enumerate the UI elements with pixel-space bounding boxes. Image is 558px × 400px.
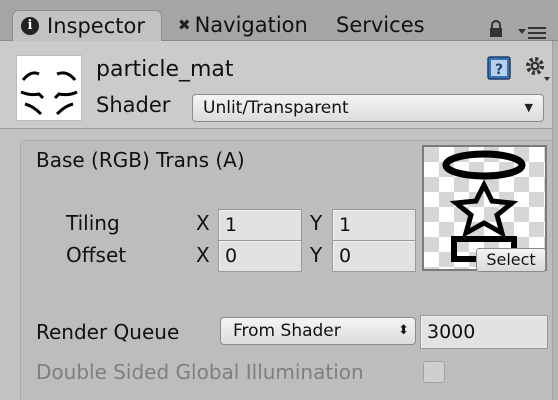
tiling-y-label: Y (310, 211, 323, 235)
render-queue-value-field[interactable]: 3000 (420, 315, 548, 349)
info-icon: i (21, 17, 39, 35)
offset-label: Offset (66, 243, 127, 267)
shader-dropdown[interactable]: Unlit/Transparent ▼ (192, 94, 544, 122)
navigation-icon: ✖ (178, 16, 191, 34)
tiling-y-field[interactable]: 1 (332, 209, 416, 241)
double-sided-gi-checkbox[interactable] (423, 361, 445, 383)
material-name: particle_mat (96, 57, 234, 82)
material-header: particle_mat Shader Unlit/Transparent ▼ … (0, 41, 558, 129)
offset-y-field[interactable]: 0 (332, 240, 416, 272)
gear-icon[interactable] (522, 53, 552, 83)
texture-select-button[interactable]: Select (476, 248, 546, 272)
shader-label: Shader (96, 93, 171, 117)
shader-dropdown-value: Unlit/Transparent (203, 98, 349, 118)
render-queue-mode-value: From Shader (233, 321, 341, 341)
tab-navigation-label: Navigation (194, 13, 308, 37)
tab-inspector[interactable]: i Inspector (12, 10, 162, 41)
tiling-x-label: X (196, 211, 210, 235)
updown-arrow-icon: ⬍ (398, 323, 409, 338)
offset-x-field[interactable]: 0 (218, 240, 302, 272)
material-preview-image (20, 71, 78, 116)
render-queue-dropdown[interactable]: From Shader ⬍ (220, 317, 416, 345)
tab-navigation[interactable]: ✖ Navigation (178, 10, 308, 41)
tab-services-label: Services (336, 13, 425, 37)
tiling-label: Tiling (66, 211, 120, 235)
tab-bar: i Inspector ✖ Navigation Services (0, 0, 558, 41)
svg-text:?: ? (495, 62, 503, 78)
dropdown-arrow-icon: ▼ (524, 101, 533, 114)
offset-y-label: Y (310, 243, 323, 267)
tab-inspector-label: Inspector (47, 13, 145, 38)
offset-x-label: X (196, 243, 210, 267)
lock-icon[interactable] (488, 20, 504, 38)
base-texture-label: Base (RGB) Trans (A) (36, 148, 245, 172)
menu-icon[interactable] (518, 26, 548, 40)
tab-services[interactable]: Services (336, 10, 425, 41)
book-icon[interactable]: ? (486, 55, 512, 81)
double-sided-gi-label: Double Sided Global Illumination (36, 360, 364, 384)
tiling-x-field[interactable]: 1 (218, 209, 302, 241)
render-queue-label: Render Queue (36, 320, 180, 344)
material-preview (16, 55, 82, 121)
scrollbar[interactable] (552, 41, 558, 400)
